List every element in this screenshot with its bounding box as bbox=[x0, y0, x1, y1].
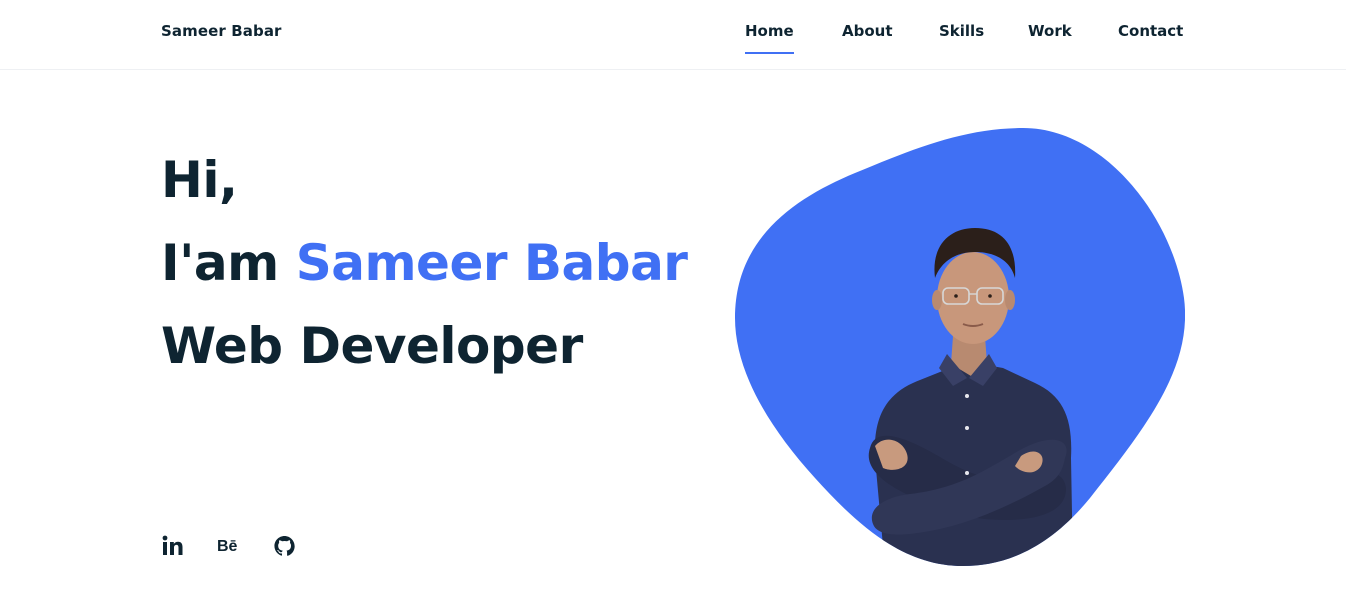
site-header: Sameer Babar Home About Skills Work Cont… bbox=[0, 0, 1346, 70]
hero-intro: I'am Sameer Babar bbox=[161, 221, 761, 305]
hero-name: Sameer Babar bbox=[295, 234, 688, 292]
nav-link-skills[interactable]: Skills bbox=[939, 22, 984, 40]
linkedin-link[interactable] bbox=[161, 534, 183, 558]
profile-photo-blob bbox=[735, 128, 1185, 566]
nav-link-contact[interactable]: Contact bbox=[1118, 22, 1183, 40]
behance-link[interactable]: Bē bbox=[217, 536, 237, 557]
github-icon bbox=[274, 535, 295, 556]
nav-link-home[interactable]: Home bbox=[745, 22, 794, 54]
hero-title: Hi, I'am Sameer Babar Web Developer bbox=[161, 151, 761, 388]
main-nav: Home About Skills Work Contact bbox=[0, 22, 1346, 62]
nav-link-work[interactable]: Work bbox=[1028, 22, 1072, 40]
hero-greeting: Hi, bbox=[161, 151, 238, 209]
social-links: Bē bbox=[161, 534, 341, 560]
hero-image bbox=[735, 128, 1185, 566]
linkedin-icon bbox=[162, 535, 183, 555]
hero-intro-prefix: I'am bbox=[161, 234, 279, 292]
nav-link-about[interactable]: About bbox=[842, 22, 893, 40]
hero-role: Web Developer bbox=[161, 317, 583, 375]
github-link[interactable] bbox=[273, 534, 296, 558]
behance-icon: Bē bbox=[217, 538, 238, 555]
